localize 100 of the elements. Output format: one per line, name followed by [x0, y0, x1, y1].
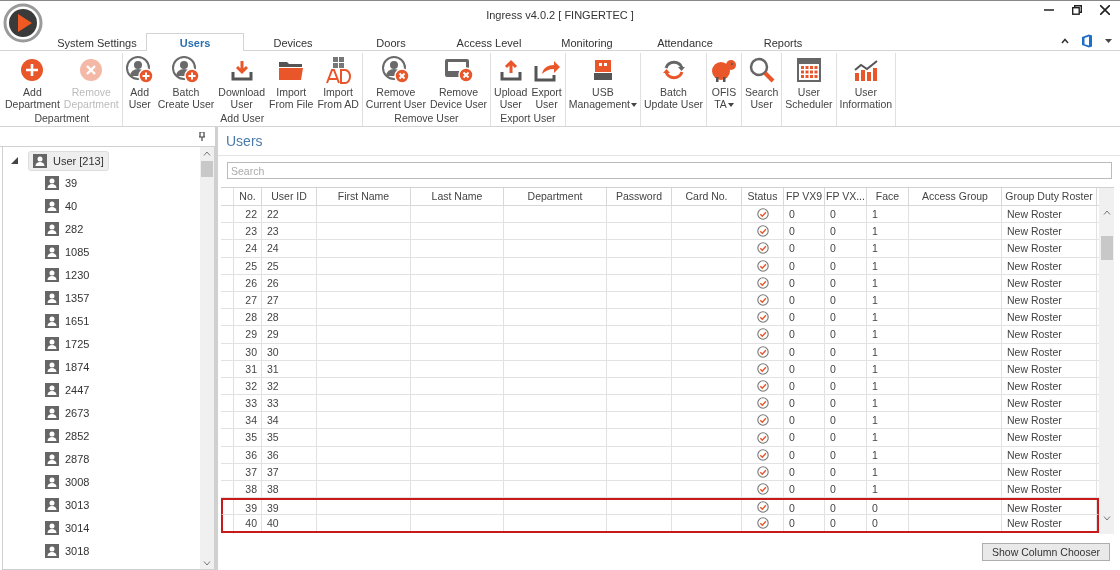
tree-item[interactable]: 1874 — [3, 355, 200, 378]
column-header[interactable]: User ID — [262, 188, 317, 205]
user-icon — [45, 520, 59, 535]
scroll-down-icon[interactable] — [1102, 516, 1111, 521]
folder-icon — [278, 59, 305, 81]
caret-icon[interactable] — [1105, 39, 1112, 43]
tree-item[interactable]: 2673 — [3, 401, 200, 424]
column-header[interactable]: Group Duty Roster — [1002, 188, 1097, 205]
column-header[interactable]: Password — [607, 188, 672, 205]
scrollbar[interactable] — [200, 147, 214, 569]
sheep-icon — [710, 57, 738, 83]
scroll-thumb[interactable] — [201, 161, 213, 177]
column-header[interactable]: FP VX... — [825, 188, 867, 205]
ribbon-button[interactable]: Batch Update User — [642, 53, 705, 126]
ribbon-tab[interactable]: Monitoring — [538, 33, 636, 51]
table-cell: 26 — [262, 274, 317, 291]
check-circle-icon — [756, 242, 769, 255]
check-circle-icon — [756, 208, 769, 221]
ribbon-button[interactable]: Upload User — [492, 53, 530, 112]
table-cell: 0 — [784, 446, 825, 463]
tree-item[interactable]: 1651 — [3, 309, 200, 332]
table-cell: New Roster — [1002, 395, 1097, 412]
pin-icon[interactable] — [199, 132, 205, 141]
column-header[interactable]: Last Name — [411, 188, 504, 205]
column-header[interactable]: No. — [234, 188, 262, 205]
user-x-icon — [381, 56, 410, 84]
column-header[interactable]: FP VX9 — [784, 188, 825, 205]
scroll-up-icon[interactable] — [203, 151, 211, 156]
ribbon-button[interactable]: USB Management — [566, 53, 640, 126]
ribbon-tab[interactable]: Access Level — [440, 33, 538, 51]
tree-item[interactable]: 2447 — [3, 378, 200, 401]
tree-item[interactable]: 2852 — [3, 424, 200, 447]
table-cell: 0 — [825, 481, 867, 498]
ribbon-tab[interactable]: Devices — [244, 33, 342, 51]
tree-item[interactable]: 282 — [3, 217, 200, 240]
user-icon — [45, 428, 59, 443]
tree-item[interactable]: 39 — [3, 171, 200, 194]
tree-item[interactable]: 1357 — [3, 286, 200, 309]
table-cell: New Roster — [1002, 515, 1097, 531]
ribbon-button[interactable]: Batch Create User — [155, 53, 217, 112]
table-cell: 37 — [262, 463, 317, 480]
table-cell: 31 — [262, 360, 317, 377]
office-icon[interactable] — [1081, 34, 1093, 48]
table-cell: 25 — [234, 257, 262, 274]
ribbon-button[interactable]: Import From File — [267, 53, 316, 112]
ribbon-tab[interactable]: Attendance — [636, 33, 734, 51]
restore-icon[interactable] — [1072, 5, 1082, 15]
expanded-arrow-icon[interactable] — [11, 157, 18, 164]
ribbon-button[interactable]: Add User — [123, 53, 156, 112]
tree-item[interactable]: 3008 — [3, 470, 200, 493]
scrollbar[interactable] — [1099, 188, 1114, 534]
show-column-chooser-button[interactable]: Show Column Chooser — [982, 543, 1110, 561]
tree-item[interactable]: 2878 — [3, 447, 200, 470]
ribbon-button[interactable]: Add Department — [3, 53, 62, 112]
table-cell: 0 — [784, 429, 825, 446]
ribbon-tab[interactable]: Reports — [734, 33, 832, 51]
user-icon — [45, 267, 59, 282]
table-cell: New Roster — [1002, 463, 1097, 480]
ribbon-button[interactable]: Download User — [216, 53, 268, 112]
scroll-down-icon[interactable] — [203, 561, 211, 566]
user-icon — [45, 382, 59, 397]
column-header[interactable]: First Name — [317, 188, 411, 205]
tree-item[interactable]: 1085 — [3, 240, 200, 263]
collapse-ribbon-icon[interactable] — [1061, 38, 1069, 44]
ribbon-tab[interactable]: Doors — [342, 33, 440, 51]
column-header[interactable]: Face — [867, 188, 909, 205]
scroll-up-icon[interactable] — [1102, 210, 1111, 215]
ribbon-button[interactable]: Export User — [529, 53, 564, 112]
column-header[interactable]: Status — [742, 188, 784, 205]
calendar-icon — [796, 58, 821, 82]
check-circle-icon — [756, 397, 769, 410]
ribbon-button[interactable]: User Information — [837, 53, 895, 126]
tree-item[interactable]: 3013 — [3, 493, 200, 516]
tree-item[interactable]: 1230 — [3, 263, 200, 286]
ribbon-group-label: Department — [34, 112, 90, 126]
ribbon-button[interactable]: Import From AD — [315, 53, 361, 112]
tree-item[interactable]: User [213] — [28, 150, 109, 171]
tree-item[interactable]: 1725 — [3, 332, 200, 355]
user-plus-icon — [125, 56, 154, 84]
scroll-thumb[interactable] — [1100, 236, 1113, 260]
tree-item[interactable]: 3014 — [3, 516, 200, 539]
search-field[interactable]: Search — [227, 162, 1112, 179]
app-logo-icon[interactable] — [3, 3, 43, 43]
windows-ad-icon — [325, 56, 352, 84]
ribbon-button[interactable]: Remove Current User — [363, 53, 428, 112]
tree-item[interactable]: 40 — [3, 194, 200, 217]
ribbon-tab[interactable]: Users — [146, 33, 244, 51]
column-header[interactable]: Department — [504, 188, 607, 205]
table-cell: New Roster — [1002, 223, 1097, 240]
column-header[interactable]: Access Group — [909, 188, 1002, 205]
ribbon-button[interactable]: OFIS TA — [708, 53, 740, 126]
ribbon-tab[interactable]: System Settings — [48, 33, 146, 51]
ribbon-button[interactable]: Search User — [743, 53, 781, 126]
ribbon-button[interactable]: User Scheduler — [783, 53, 835, 126]
close-icon[interactable] — [1100, 5, 1110, 15]
table-cell: 0 — [784, 309, 825, 326]
table-cell: 37 — [234, 463, 262, 480]
tree-item[interactable]: 3018 — [3, 539, 200, 562]
column-header[interactable]: Card No. — [672, 188, 742, 205]
ribbon-button[interactable]: Remove Device User — [427, 53, 490, 112]
